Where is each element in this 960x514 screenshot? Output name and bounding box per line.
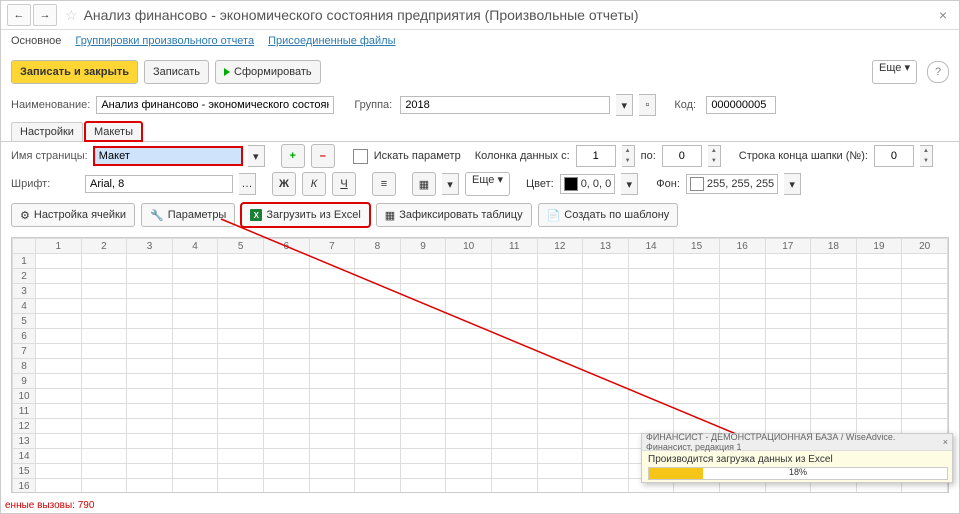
code-label: Код: [674,99,700,111]
progress-label: 18% [649,467,947,477]
align-left-button[interactable]: ≡ [372,172,396,196]
parameters-button[interactable]: 🔧Параметры [141,203,235,227]
col-to-input[interactable] [662,145,702,167]
cell-settings-button[interactable]: ⚙Настройка ячейки [11,203,135,227]
save-and-close-button[interactable]: Записать и закрыть [11,60,138,84]
color-label: Цвет: [526,178,554,190]
page-title: Анализ финансово - экономического состоя… [84,7,639,23]
text-color-picker[interactable]: 0, 0, 0 [560,174,616,194]
fix-table-button[interactable]: ▦Зафиксировать таблицу [376,203,532,227]
page-name-dropdown[interactable]: ▾ [248,145,265,167]
group-open-button[interactable]: ▫ [639,94,656,116]
search-param-checkbox[interactable] [353,149,368,164]
name-label: Наименование: [11,99,90,111]
font-select-button[interactable]: … [239,173,256,195]
bg-swatch-icon [690,177,704,191]
popup-title: ФИНАНСИСТ - ДЕМОНСТРАЦИОННАЯ БАЗА / Wise… [646,432,943,452]
bg-color-picker[interactable]: 255, 255, 255 [686,174,778,194]
search-param-label: Искать параметр [374,150,461,162]
popup-close-button[interactable]: × [943,437,948,447]
save-button[interactable]: Записать [144,60,209,84]
merge-dropdown[interactable]: ▾ [442,173,459,195]
params-icon: 🔧 [150,209,164,222]
help-button[interactable]: ? [927,61,949,83]
group-label: Группа: [354,99,394,111]
excel-icon: X [250,209,262,221]
code-input[interactable] [706,96,776,114]
bold-button[interactable]: Ж [272,172,296,196]
end-row-input[interactable] [874,145,914,167]
text-color-dropdown[interactable]: ▾ [621,173,638,195]
link-attached-files[interactable]: Присоединенные файлы [268,35,395,47]
underline-button[interactable]: Ч [332,172,356,196]
col-to-spinner[interactable]: ▲▼ [708,145,721,167]
more-button[interactable]: Еще ▾ [872,60,917,84]
favorite-star-icon[interactable]: ☆ [65,7,78,24]
name-input[interactable] [96,96,334,114]
italic-button[interactable]: К [302,172,326,196]
page-name-input[interactable] [94,147,242,165]
nav-forward-button[interactable]: → [33,4,57,26]
link-report-groups[interactable]: Группировки произвольного отчета [75,35,254,47]
close-button[interactable]: × [933,5,953,25]
popup-message: Производится загрузка данных из Excel [648,454,946,465]
gear-icon: ⚙ [20,209,30,222]
tab-layouts[interactable]: Макеты [85,122,142,141]
create-from-template-button[interactable]: 📄Создать по шаблону [538,203,679,227]
status-text: енные вызовы: 790 [5,500,94,511]
load-from-excel-button[interactable]: XЗагрузить из Excel [241,203,369,227]
play-icon [224,68,230,76]
col-from-label: Колонка данных с: [475,150,570,162]
merge-cells-button[interactable]: ▦ [412,172,436,196]
group-select-button[interactable]: ▾ [616,94,633,116]
progress-bar: 18% [648,467,948,480]
tab-main[interactable]: Основное [11,35,61,47]
color-swatch-icon [564,177,578,191]
col-from-spinner[interactable]: ▲▼ [622,145,635,167]
add-page-button[interactable]: + [281,144,305,168]
col-from-input[interactable] [576,145,616,167]
nav-back-button[interactable]: ← [7,4,31,26]
end-row-spinner[interactable]: ▲▼ [920,145,933,167]
font-label: Шрифт: [11,178,79,190]
font-more-button[interactable]: Еще ▾ [465,172,510,196]
page-name-label: Имя страницы: [11,150,88,162]
grid-icon: ▦ [385,209,395,222]
group-input[interactable] [400,96,610,114]
template-icon: 📄 [547,209,561,222]
generate-button[interactable]: Сформировать [215,60,321,84]
progress-popup: ФИНАНСИСТ - ДЕМОНСТРАЦИОННАЯ БАЗА / Wise… [641,433,953,483]
remove-page-button[interactable]: – [311,144,335,168]
bg-label: Фон: [656,178,680,190]
bg-color-dropdown[interactable]: ▾ [784,173,801,195]
end-row-label: Строка конца шапки (№): [739,150,868,162]
font-input[interactable] [85,175,233,193]
col-to-label: по: [641,150,656,162]
tab-settings[interactable]: Настройки [11,122,83,141]
